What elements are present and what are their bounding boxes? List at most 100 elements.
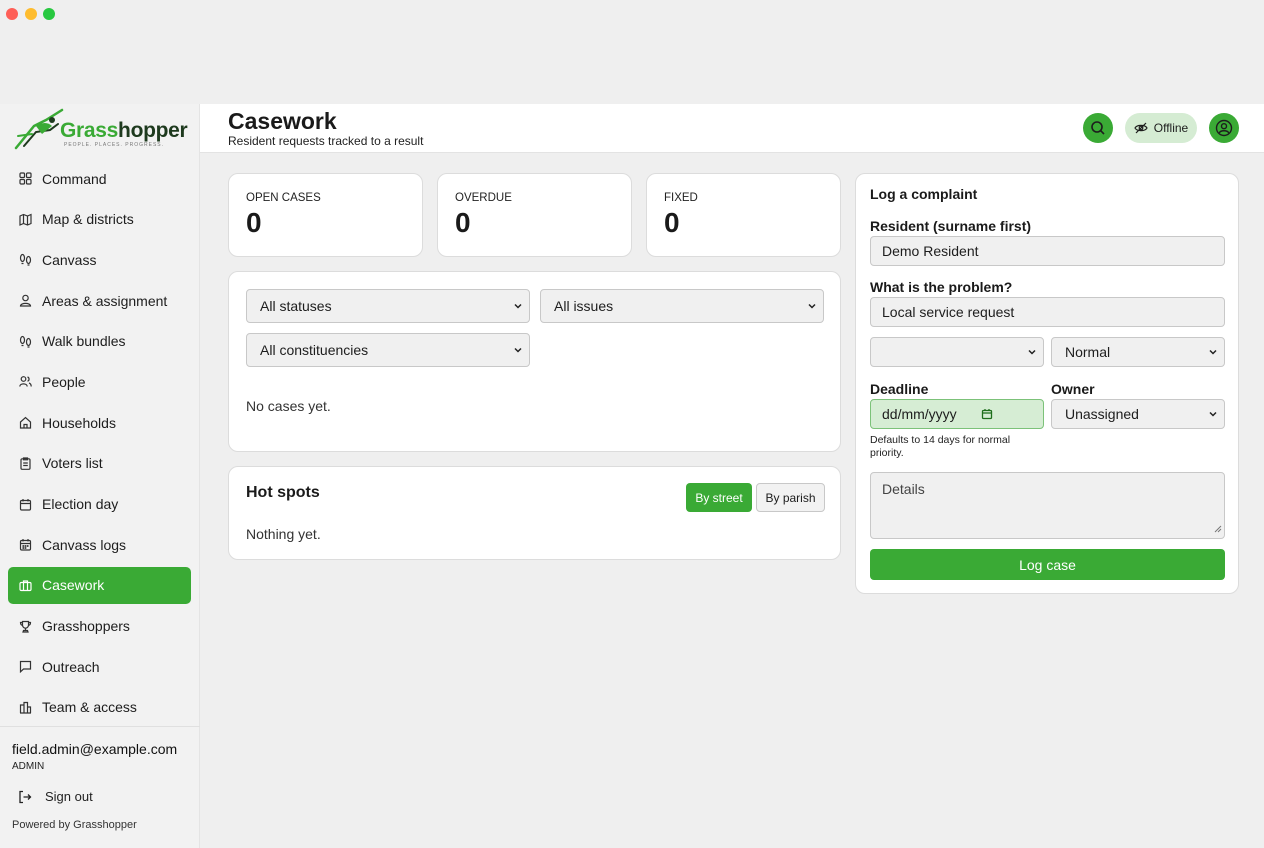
owner-label: Owner [1051, 381, 1095, 397]
search-button[interactable] [1083, 113, 1113, 143]
calendar-icon [18, 497, 32, 511]
map-icon [18, 212, 32, 226]
sidebar-item-canvass-logs[interactable]: Canvass logs [8, 526, 191, 563]
cases-empty-message: No cases yet. [246, 398, 331, 414]
sidebar-item-canvass[interactable]: Canvass [8, 241, 191, 278]
constituency-filter-select[interactable]: All constituencies [246, 333, 530, 367]
message-square-icon [18, 660, 32, 674]
grid-icon [18, 172, 32, 186]
sidebar-item-households[interactable]: Households [8, 404, 191, 441]
stat-card-open-cases: OPEN CASES 0 [228, 173, 423, 257]
sidebar-item-label: People [42, 373, 86, 390]
user-pin-icon [18, 294, 32, 308]
sidebar-item-label: Voters list [42, 455, 103, 472]
sidebar-item-label: Households [42, 414, 116, 431]
issue-filter-value: All issues [554, 298, 614, 314]
users-icon [18, 375, 32, 389]
form-title: Log a complaint [870, 186, 978, 202]
stat-label: OPEN CASES [246, 192, 321, 204]
trophy-icon [18, 619, 32, 633]
issue-filter-select[interactable]: All issues [540, 289, 824, 323]
chevron-down-icon [513, 345, 523, 355]
sidebar-item-command[interactable]: Command [8, 160, 191, 197]
account-button[interactable] [1209, 113, 1239, 143]
sidebar-item-areas-assignment[interactable]: Areas & assignment [8, 282, 191, 319]
user-role: ADMIN [12, 761, 45, 772]
calendar-grid-icon [18, 538, 32, 552]
stat-value: 0 [455, 207, 471, 238]
sidebar-item-voters-list[interactable]: Voters list [8, 445, 191, 482]
logo-tagline: PEOPLE. PLACES. PROGRESS. [64, 142, 165, 148]
sidebar-item-label: Map & districts [42, 211, 134, 228]
sidebar-item-walk-bundles[interactable]: Walk bundles [8, 323, 191, 360]
sign-out-label: Sign out [45, 789, 93, 804]
offline-label: Offline [1153, 121, 1189, 135]
hot-spots-card: Hot spots By street By parish Nothing ye… [228, 466, 841, 560]
sidebar-item-label: Team & access [42, 699, 137, 716]
footprints-icon [18, 334, 32, 348]
zoom-window-button[interactable] [43, 8, 55, 20]
briefcase-icon [18, 578, 32, 592]
details-textarea[interactable]: Details [870, 472, 1225, 539]
resize-handle-icon[interactable] [1214, 520, 1222, 536]
page-subtitle: Resident requests tracked to a result [228, 134, 424, 148]
stat-value: 0 [664, 207, 680, 238]
status-filter-select[interactable]: All statuses [246, 289, 530, 323]
sidebar-item-label: Areas & assignment [42, 292, 168, 309]
sidebar-item-label: Grasshoppers [42, 618, 130, 635]
app-logo[interactable]: Grasshopper PEOPLE. PLACES. PROGRESS. [12, 106, 192, 152]
owner-select[interactable]: Unassigned [1051, 399, 1225, 429]
grasshopper-logo-icon [14, 108, 64, 150]
sidebar: Grasshopper PEOPLE. PLACES. PROGRESS. Co… [0, 104, 200, 848]
sidebar-item-casework[interactable]: Casework [8, 566, 191, 604]
problem-input[interactable]: Local service request [870, 297, 1225, 327]
minimize-window-button[interactable] [25, 8, 37, 20]
by-parish-button[interactable]: By parish [756, 483, 825, 512]
hot-spots-empty-message: Nothing yet. [246, 526, 321, 542]
home-icon [18, 416, 32, 430]
constituency-filter-value: All constituencies [260, 342, 369, 358]
sidebar-item-outreach[interactable]: Outreach [8, 648, 191, 685]
chevron-down-icon [1208, 347, 1218, 357]
stat-value: 0 [246, 207, 262, 238]
chevron-down-icon [807, 301, 817, 311]
log-out-icon [18, 790, 32, 804]
log-complaint-card: Log a complaint Resident (surname first)… [855, 173, 1239, 594]
resident-label: Resident (surname first) [870, 218, 1032, 234]
by-street-button[interactable]: By street [686, 483, 752, 512]
priority-select[interactable]: Normal [1051, 337, 1225, 367]
logo-wordmark: Grasshopper [60, 119, 188, 142]
sidebar-item-label: Command [42, 170, 107, 187]
deadline-date-input[interactable]: dd/mm/yyyy [870, 399, 1044, 429]
deadline-label: Deadline [870, 381, 929, 397]
sidebar-item-people[interactable]: People [8, 363, 191, 400]
page-header: Casework Resident requests tracked to a … [200, 104, 1264, 153]
sidebar-item-team-access[interactable]: Team & access [8, 689, 191, 726]
owner-value: Unassigned [1065, 406, 1139, 422]
deadline-hint: Defaults to 14 days for normal priority. [870, 434, 1011, 459]
stat-label: FIXED [664, 192, 698, 204]
sidebar-item-map-districts[interactable]: Map & districts [8, 201, 191, 238]
sidebar-item-label: Canvass [42, 251, 97, 268]
category-select[interactable] [870, 337, 1044, 367]
search-icon [1090, 120, 1106, 136]
sign-out-button[interactable]: Sign out [18, 789, 200, 804]
sidebar-item-label: Election day [42, 496, 119, 512]
page-title: Casework [228, 108, 337, 134]
details-placeholder: Details [882, 481, 925, 497]
clipboard-icon [18, 456, 32, 470]
deadline-placeholder: dd/mm/yyyy [882, 406, 957, 422]
sidebar-item-grasshoppers[interactable]: Grasshoppers [8, 608, 191, 645]
eye-off-icon [1134, 121, 1148, 135]
calendar-icon[interactable] [981, 408, 993, 420]
sidebar-item-label: Outreach [42, 658, 100, 675]
problem-label: What is the problem? [870, 279, 1013, 295]
sidebar-item-election-day[interactable]: Election day [8, 486, 191, 523]
offline-status-button[interactable]: Offline [1125, 113, 1197, 143]
close-window-button[interactable] [6, 8, 18, 20]
window-titlebar [0, 0, 1264, 104]
chevron-down-icon [513, 301, 523, 311]
log-case-button[interactable]: Log case [870, 549, 1225, 580]
resident-input[interactable]: Demo Resident [870, 236, 1225, 266]
powered-by: Powered by Grasshopper [12, 819, 137, 831]
